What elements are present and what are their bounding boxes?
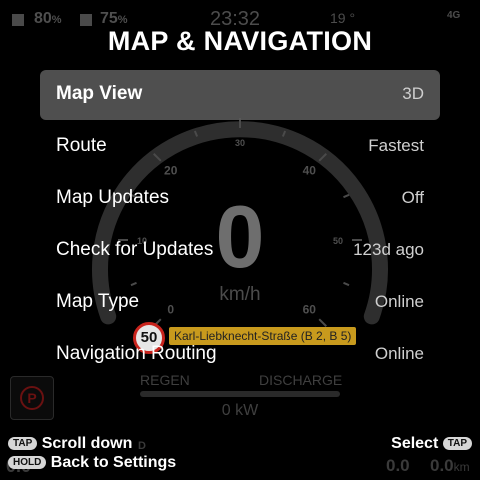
menu-item-label: Map Updates — [56, 187, 170, 208]
settings-menu: Map View 3D Route Fastest Map Updates Of… — [40, 70, 440, 382]
trip-value-2: 0.0km — [430, 456, 470, 475]
menu-item-check-for-updates[interactable]: Check for Updates 123d ago — [40, 226, 440, 276]
tap-badge: TAP — [8, 437, 38, 450]
trip-value-1: 0.0 — [386, 456, 410, 475]
hint-label: Back to Settings — [50, 454, 177, 471]
menu-item-route[interactable]: Route Fastest — [40, 122, 440, 172]
menu-item-value: 3D — [402, 84, 424, 103]
menu-item-label: Navigation Routing — [56, 343, 217, 364]
hint-label: Select — [391, 435, 439, 452]
parking-brake-indicator: P — [10, 376, 54, 420]
hint-back: HOLD Back to Settings — [8, 454, 176, 472]
tap-badge: TAP — [442, 437, 472, 450]
menu-item-label: Route — [56, 135, 107, 156]
hint-scroll-down: TAP Scroll down — [8, 435, 132, 453]
power-value: 0 kW — [221, 402, 259, 419]
menu-item-label: Map View — [56, 83, 143, 104]
menu-item-value: Off — [401, 188, 424, 207]
menu-item-label: Check for Updates — [56, 239, 214, 260]
hold-badge: HOLD — [8, 456, 47, 469]
menu-item-map-updates[interactable]: Map Updates Off — [40, 174, 440, 224]
menu-item-map-type[interactable]: Map Type Online — [40, 278, 440, 328]
menu-item-map-view[interactable]: Map View 3D — [40, 70, 440, 120]
hint-select: Select TAP — [391, 435, 472, 453]
power-bar — [140, 391, 340, 397]
gear-indicator: D — [138, 440, 146, 452]
menu-title: MAP & NAVIGATION — [107, 26, 373, 56]
hint-label: Scroll down — [41, 435, 133, 452]
menu-item-value: Online — [374, 344, 424, 363]
menu-item-value: Online — [374, 292, 424, 311]
parking-brake-icon: P — [20, 386, 44, 410]
menu-item-value: 123d ago — [353, 240, 424, 259]
menu-item-navigation-routing[interactable]: Navigation Routing Online — [40, 330, 440, 380]
menu-item-value: Fastest — [368, 136, 424, 155]
menu-item-label: Map Type — [56, 291, 140, 312]
